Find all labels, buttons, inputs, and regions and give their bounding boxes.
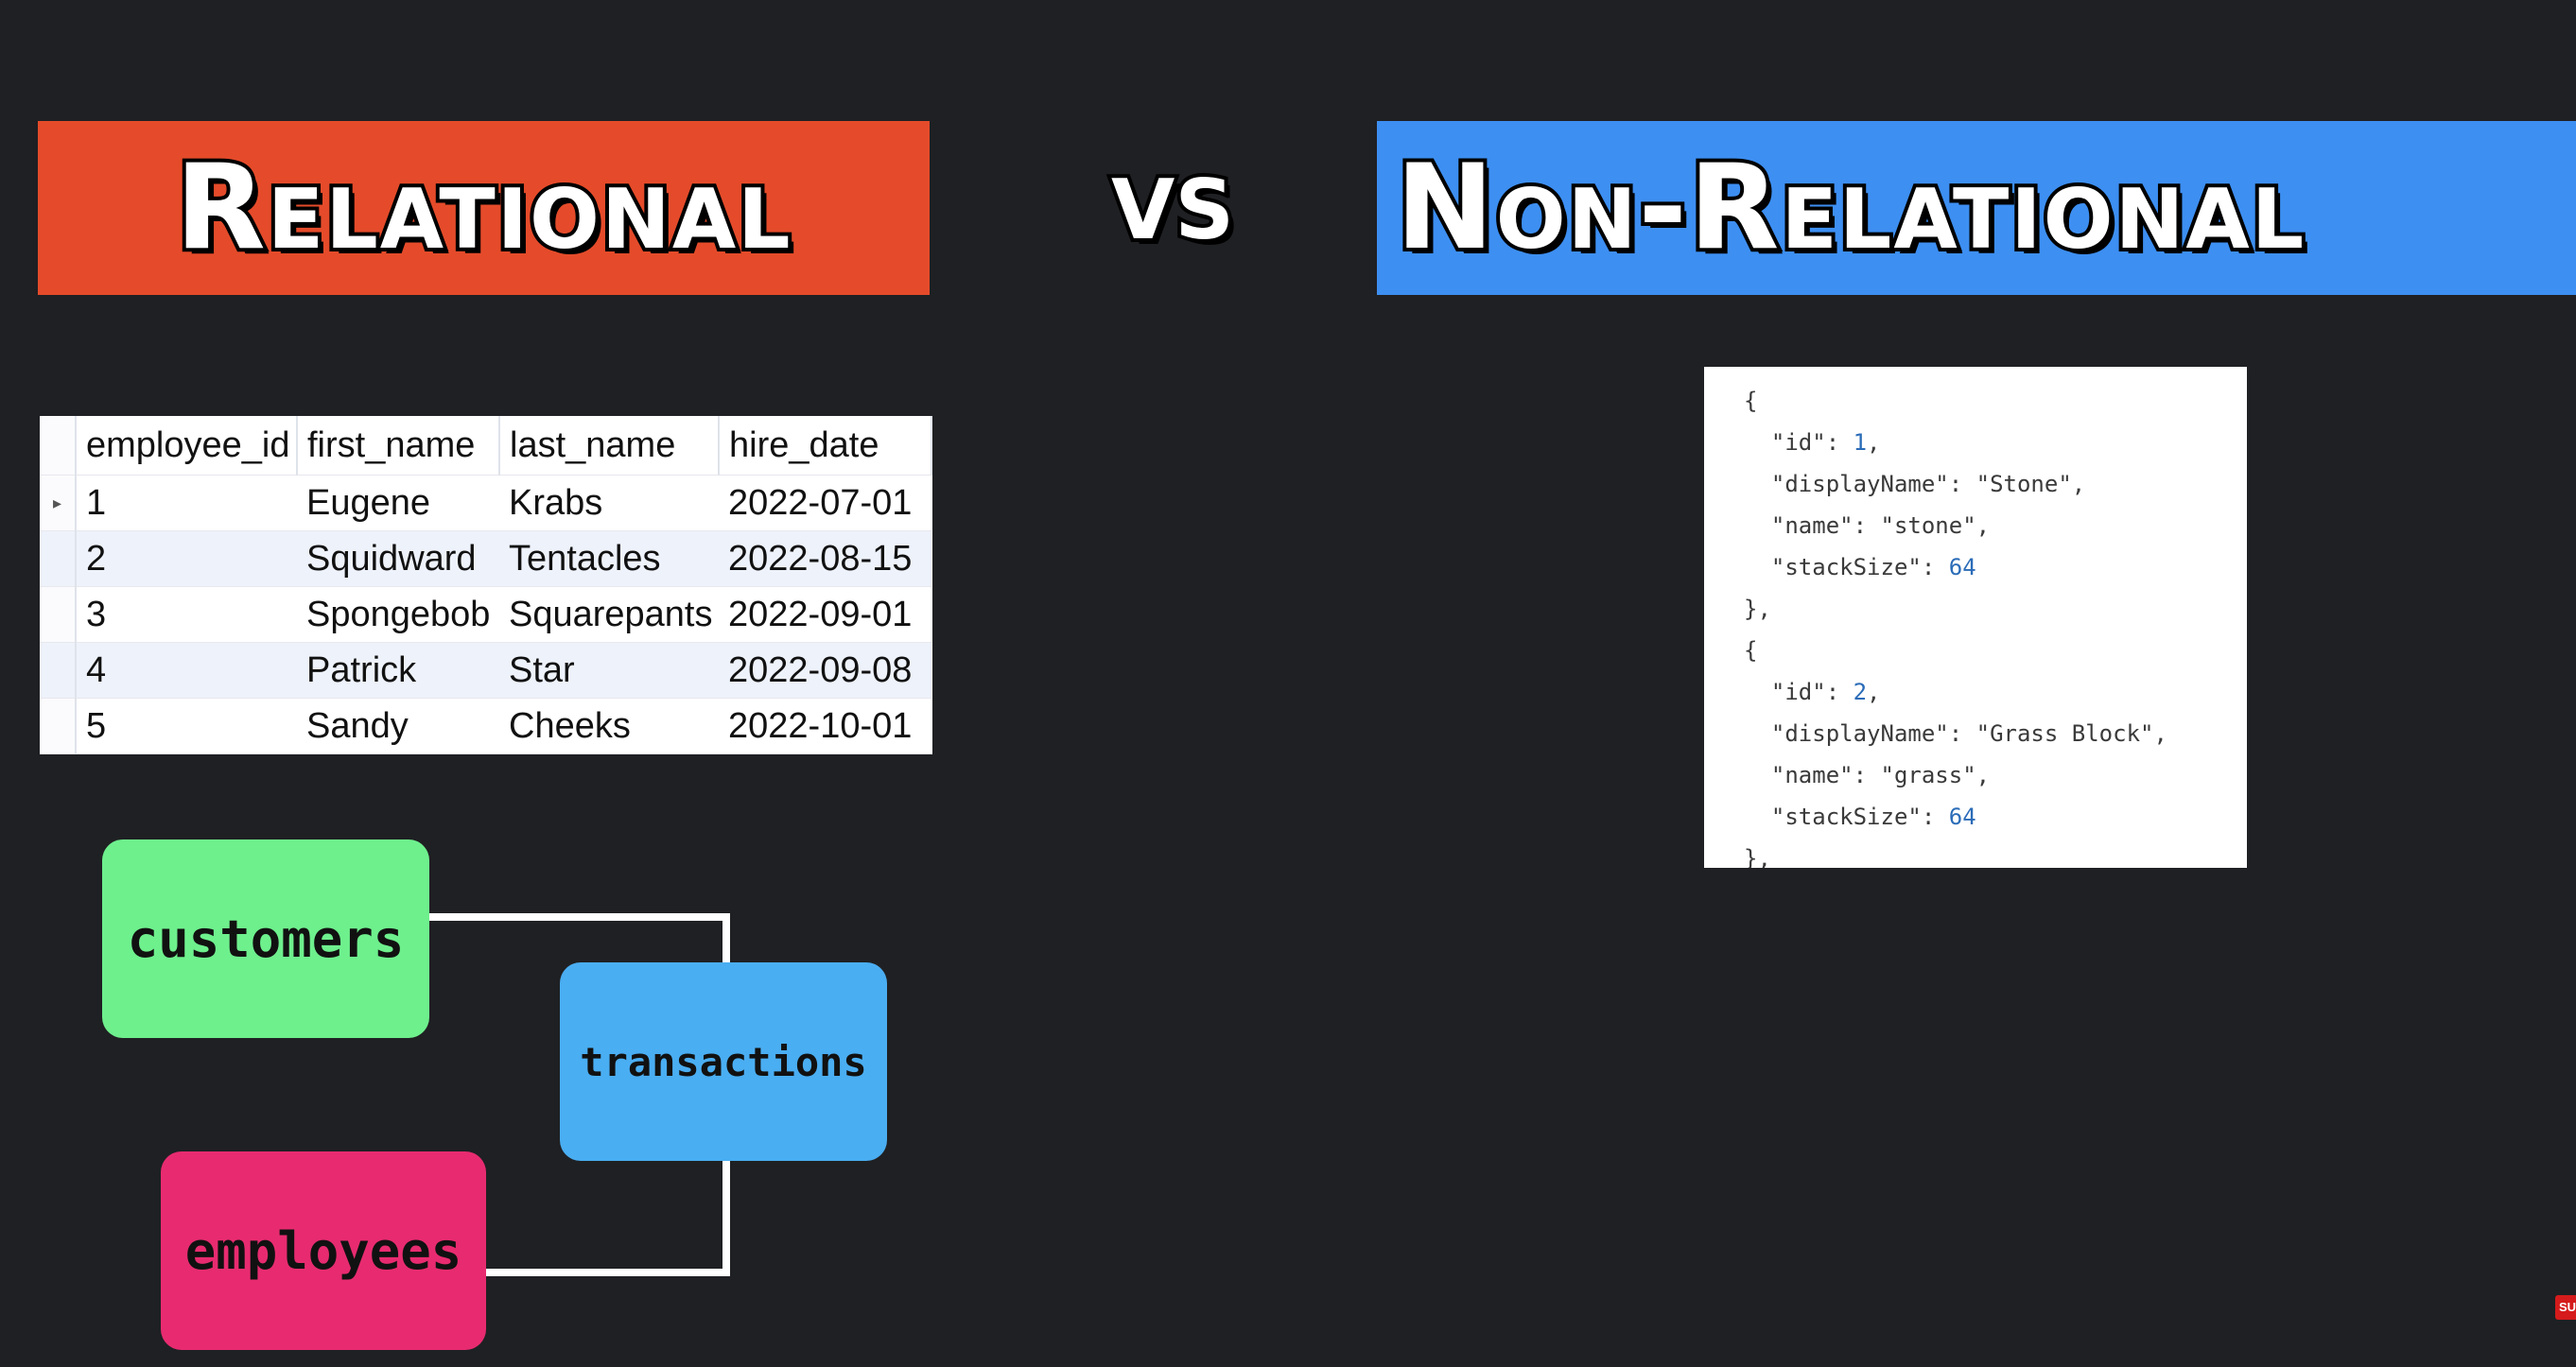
column-header-hire-date[interactable]: hire_date <box>719 416 932 476</box>
table-row[interactable]: 2 Squidward Tentacles 2022-08-15 <box>40 530 931 587</box>
cell-first-name[interactable]: Sandy <box>297 698 499 754</box>
json-text: "displayName": "Stone", <box>1744 471 2086 497</box>
json-line: "id": 2, <box>1744 671 2247 713</box>
cell-first-name[interactable]: Patrick <box>297 642 499 699</box>
json-document-panel: { "id": 1, "displayName": "Stone", "name… <box>1704 367 2247 868</box>
row-selector-cell[interactable] <box>40 530 77 587</box>
table-row[interactable]: 5 Sandy Cheeks 2022-10-01 <box>40 698 931 754</box>
json-number: 1 <box>1853 429 1868 456</box>
json-text: { <box>1744 637 1758 664</box>
cell-first-name[interactable]: Eugene <box>297 475 499 531</box>
cell-first-name[interactable]: Squidward <box>297 530 499 587</box>
customers-transactions-connector-h <box>429 913 730 921</box>
cell-last-name[interactable]: Krabs <box>499 475 719 531</box>
json-line: }, <box>1744 838 2247 868</box>
column-header-last-name[interactable]: last_name <box>499 416 720 476</box>
json-text: "id": <box>1744 429 1854 456</box>
json-text: "stackSize": <box>1744 554 1949 580</box>
transactions-employees-connector-v <box>722 1159 730 1276</box>
json-text: "stackSize": <box>1744 804 1949 830</box>
table-row[interactable]: ▸ 1 Eugene Krabs 2022-07-01 <box>40 475 931 531</box>
column-header-employee-id[interactable]: employee_id <box>76 416 298 476</box>
json-text: }, <box>1744 596 1771 622</box>
cell-hire-date[interactable]: 2022-10-01 <box>719 698 931 754</box>
json-line: { <box>1744 630 2247 671</box>
transactions-employees-connector-h <box>486 1269 730 1276</box>
json-text: "displayName": "Grass Block", <box>1744 720 2167 747</box>
employees-table-box: employees <box>161 1151 486 1350</box>
json-line: "displayName": "Stone", <box>1744 463 2247 505</box>
cell-last-name[interactable]: Squarepants <box>499 586 719 643</box>
transactions-table-box: transactions <box>560 962 887 1161</box>
cell-hire-date[interactable]: 2022-08-15 <box>719 530 931 587</box>
row-selector-cell[interactable] <box>40 698 77 754</box>
customers-transactions-connector-v <box>722 913 730 966</box>
grid-corner-cell[interactable] <box>40 416 77 476</box>
json-number: 2 <box>1853 679 1868 705</box>
json-text: "id": <box>1744 679 1854 705</box>
json-text: , <box>1867 679 1881 705</box>
json-text: { <box>1744 388 1758 414</box>
vs-label: vs <box>1107 130 1238 267</box>
cell-last-name[interactable]: Cheeks <box>499 698 719 754</box>
cell-last-name[interactable]: Star <box>499 642 719 699</box>
table-row[interactable]: 4 Patrick Star 2022-09-08 <box>40 642 931 699</box>
cell-last-name[interactable]: Tentacles <box>499 530 719 587</box>
relational-banner: Relational <box>38 121 930 295</box>
relational-title: Relational <box>171 140 793 276</box>
employees-result-grid: employee_id first_name last_name hire_da… <box>40 416 932 754</box>
json-line: "name": "stone", <box>1744 505 2247 546</box>
grid-header-row: employee_id first_name last_name hire_da… <box>40 416 932 476</box>
cell-employee-id[interactable]: 5 <box>76 698 297 754</box>
column-header-first-name[interactable]: first_name <box>297 416 500 476</box>
json-line: }, <box>1744 588 2247 630</box>
row-selector-cell[interactable] <box>40 642 77 699</box>
json-line: "displayName": "Grass Block", <box>1744 713 2247 754</box>
json-number: 64 <box>1948 554 1976 580</box>
json-number: 64 <box>1948 804 1976 830</box>
json-text: }, <box>1744 845 1771 868</box>
json-line: { <box>1744 380 2247 422</box>
customers-table-box: customers <box>102 839 429 1038</box>
cell-first-name[interactable]: Spongebob <box>297 586 499 643</box>
cell-hire-date[interactable]: 2022-09-08 <box>719 642 931 699</box>
caret-right-icon[interactable]: ▸ <box>40 475 77 531</box>
cell-employee-id[interactable]: 2 <box>76 530 297 587</box>
table-row[interactable]: 3 Spongebob Squarepants 2022-09-01 <box>40 586 931 643</box>
json-line: "name": "grass", <box>1744 754 2247 796</box>
non-relational-title: Non-Relational <box>1392 140 2307 276</box>
json-line: "stackSize": 64 <box>1744 546 2247 588</box>
non-relational-banner: Non-Relational <box>1377 121 2576 295</box>
subscribe-badge[interactable]: SU <box>2555 1295 2576 1320</box>
cell-employee-id[interactable]: 4 <box>76 642 297 699</box>
json-line: "id": 1, <box>1744 422 2247 463</box>
json-line: "stackSize": 64 <box>1744 796 2247 838</box>
cell-employee-id[interactable]: 1 <box>76 475 297 531</box>
cell-employee-id[interactable]: 3 <box>76 586 297 643</box>
json-text: "name": "grass", <box>1744 762 1991 788</box>
json-text: "name": "stone", <box>1744 512 1991 539</box>
row-selector-cell[interactable] <box>40 586 77 643</box>
cell-hire-date[interactable]: 2022-07-01 <box>719 475 931 531</box>
cell-hire-date[interactable]: 2022-09-01 <box>719 586 931 643</box>
json-text: , <box>1867 429 1881 456</box>
